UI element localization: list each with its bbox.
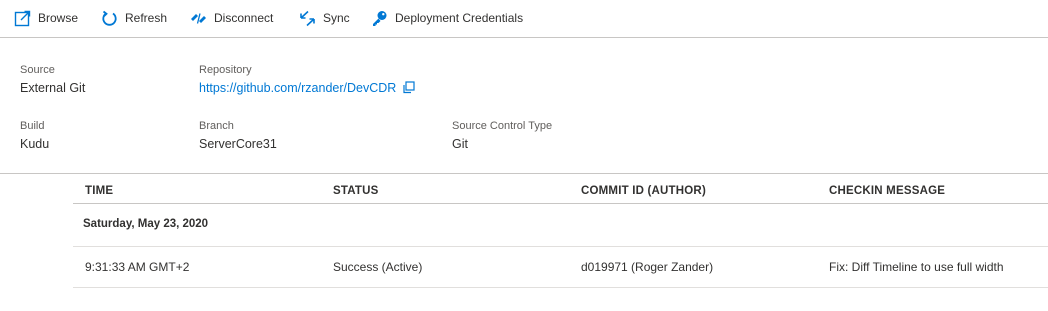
- column-header-commit-id[interactable]: COMMIT ID (AUTHOR): [581, 185, 706, 197]
- external-link-icon: [14, 10, 31, 27]
- column-header-status[interactable]: STATUS: [333, 185, 379, 197]
- refresh-icon: [101, 10, 118, 27]
- browse-button[interactable]: Browse: [14, 7, 78, 29]
- deployment-credentials-button[interactable]: Deployment Credentials: [371, 7, 523, 29]
- source-control-type-property: Source Control Type Git: [452, 119, 552, 153]
- deployment-history-grid: TIME STATUS COMMIT ID (AUTHOR) CHECKIN M…: [73, 174, 1048, 288]
- command-bar: Browse Refresh Disconnect Sync Deploymen…: [0, 0, 1048, 38]
- source-control-type-label: Source Control Type: [452, 120, 553, 132]
- refresh-button[interactable]: Refresh: [101, 7, 167, 29]
- sync-icon: [299, 10, 316, 27]
- repository-property: Repository https://github.com/rzander/De…: [199, 63, 415, 97]
- copy-icon[interactable]: [402, 81, 415, 94]
- key-icon: [371, 10, 388, 27]
- date-group-header: Saturday, May 23, 2020: [73, 204, 1048, 247]
- deployment-properties: Source External Git Repository https://g…: [0, 38, 1048, 174]
- branch-property: Branch ServerCore31: [199, 119, 277, 153]
- build-property: Build Kudu: [20, 119, 49, 153]
- disconnect-button[interactable]: Disconnect: [190, 7, 273, 29]
- column-header-checkin-message[interactable]: CHECKIN MESSAGE: [829, 185, 945, 197]
- cell-status: Success (Active): [333, 260, 423, 274]
- column-header-time[interactable]: TIME: [85, 185, 113, 197]
- source-control-type-value: Git: [452, 137, 468, 151]
- refresh-label: Refresh: [125, 11, 168, 25]
- branch-value: ServerCore31: [199, 137, 277, 151]
- repository-link[interactable]: https://github.com/rzander/DevCDR: [199, 81, 396, 95]
- disconnect-label: Disconnect: [214, 11, 274, 25]
- source-value: External Git: [20, 81, 86, 95]
- repository-label: Repository: [199, 64, 252, 76]
- credentials-label: Deployment Credentials: [395, 11, 524, 25]
- cell-message: Fix: Diff Timeline to use full width: [829, 260, 1004, 274]
- branch-label: Branch: [199, 120, 234, 132]
- group-date: Saturday, May 23, 2020: [83, 218, 209, 230]
- browse-label: Browse: [38, 11, 79, 25]
- cell-time: 9:31:33 AM GMT+2: [85, 260, 190, 274]
- build-label: Build: [20, 120, 45, 132]
- sync-button[interactable]: Sync: [299, 7, 350, 29]
- cell-commit: d019971 (Roger Zander): [581, 260, 714, 274]
- source-label: Source: [20, 64, 55, 76]
- source-property: Source External Git: [20, 63, 85, 97]
- disconnect-icon: [190, 10, 207, 27]
- build-value: Kudu: [20, 137, 50, 151]
- sync-label: Sync: [323, 11, 350, 25]
- table-row[interactable]: 9:31:33 AM GMT+2 Success (Active) d01997…: [73, 247, 1048, 288]
- grid-header: TIME STATUS COMMIT ID (AUTHOR) CHECKIN M…: [73, 174, 1048, 204]
